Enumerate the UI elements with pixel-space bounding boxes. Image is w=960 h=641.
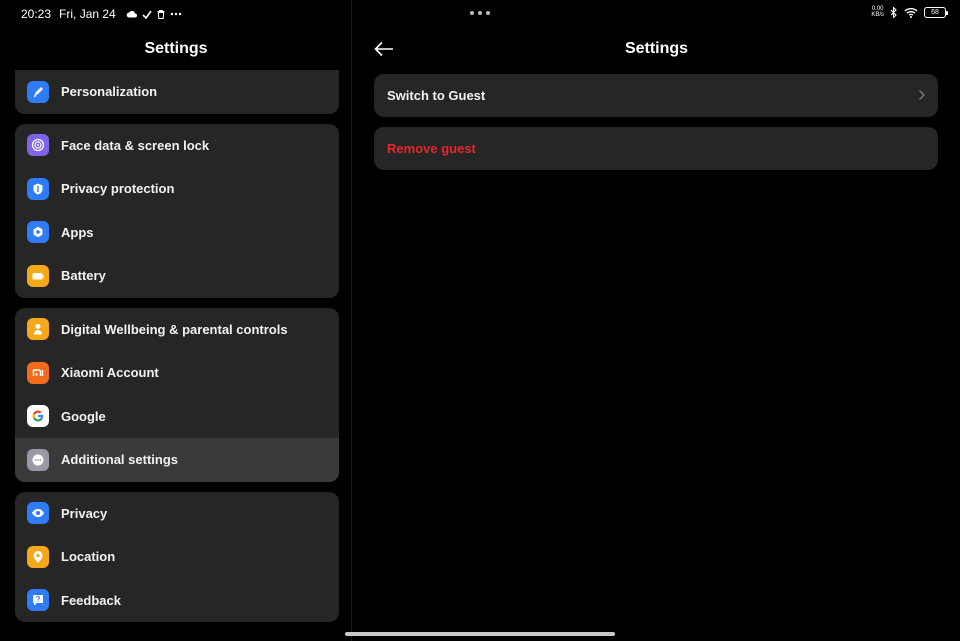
item-label: Digital Wellbeing & parental controls: [61, 321, 288, 337]
item-label: Face data & screen lock: [61, 137, 210, 153]
item-label: Apps: [61, 224, 94, 240]
settings-group: Face data & screen lock Privacy protecti…: [15, 123, 339, 298]
item-label: Personalization: [61, 84, 158, 100]
item-label: Xiaomi Account: [61, 365, 159, 381]
apps-gear-icon: [27, 221, 49, 244]
item-label: Location: [61, 549, 116, 565]
settings-item-battery[interactable]: Battery: [15, 254, 339, 298]
remove-guest-label: Remove guest: [387, 141, 476, 156]
settings-item-face-data[interactable]: Face data & screen lock: [15, 124, 339, 168]
settings-group: Digital Wellbeing & parental controls Xi…: [15, 307, 339, 482]
settings-item-location[interactable]: Location: [15, 535, 339, 579]
settings-sidebar: Settings Personalization Face data & scr…: [0, 0, 352, 641]
xiaomi-mi-icon: [27, 361, 49, 384]
location-pin-icon: [27, 545, 49, 568]
chevron-right-icon: [919, 90, 925, 100]
remove-guest-button[interactable]: Remove guest: [374, 127, 938, 170]
eye-icon: [27, 502, 49, 525]
settings-item-apps[interactable]: Apps: [15, 211, 339, 255]
settings-item-feedback[interactable]: Feedback: [15, 579, 339, 623]
settings-item-google[interactable]: Google: [15, 395, 339, 439]
switch-to-guest-button[interactable]: Switch to Guest: [374, 74, 938, 117]
detail-pane: Settings Switch to Guest Remove guest: [353, 0, 960, 641]
settings-item-additional-settings[interactable]: Additional settings: [15, 438, 339, 482]
google-icon: [27, 405, 49, 428]
settings-item-xiaomi-account[interactable]: Xiaomi Account: [15, 351, 339, 395]
settings-item-privacy[interactable]: Privacy: [15, 492, 339, 536]
settings-group: Personalization: [15, 70, 339, 114]
settings-item-personalization[interactable]: Personalization: [15, 70, 339, 114]
settings-item-privacy-protection[interactable]: Privacy protection: [15, 167, 339, 211]
shield-icon: [27, 177, 49, 200]
feedback-icon: [27, 589, 49, 612]
battery-icon: [27, 264, 49, 287]
face-lock-icon: [27, 134, 49, 157]
item-label: Google: [61, 408, 106, 424]
settings-item-digital-wellbeing[interactable]: Digital Wellbeing & parental controls: [15, 308, 339, 352]
item-label: Battery: [61, 268, 106, 284]
item-label: Privacy: [61, 505, 108, 521]
more-dots-icon: [27, 448, 49, 471]
item-label: Privacy protection: [61, 181, 175, 197]
detail-title: Settings: [624, 40, 689, 57]
switch-to-guest-label: Switch to Guest: [387, 88, 486, 103]
brush-icon: [27, 80, 49, 103]
item-label: Additional settings: [61, 452, 178, 468]
page-title: Settings: [144, 40, 208, 57]
item-label: Feedback: [61, 592, 121, 608]
settings-list: Personalization Face data & screen lock …: [15, 70, 339, 632]
home-indicator[interactable]: [345, 632, 615, 636]
wellbeing-icon: [27, 318, 49, 341]
settings-group: Privacy Location Feedback: [15, 491, 339, 623]
